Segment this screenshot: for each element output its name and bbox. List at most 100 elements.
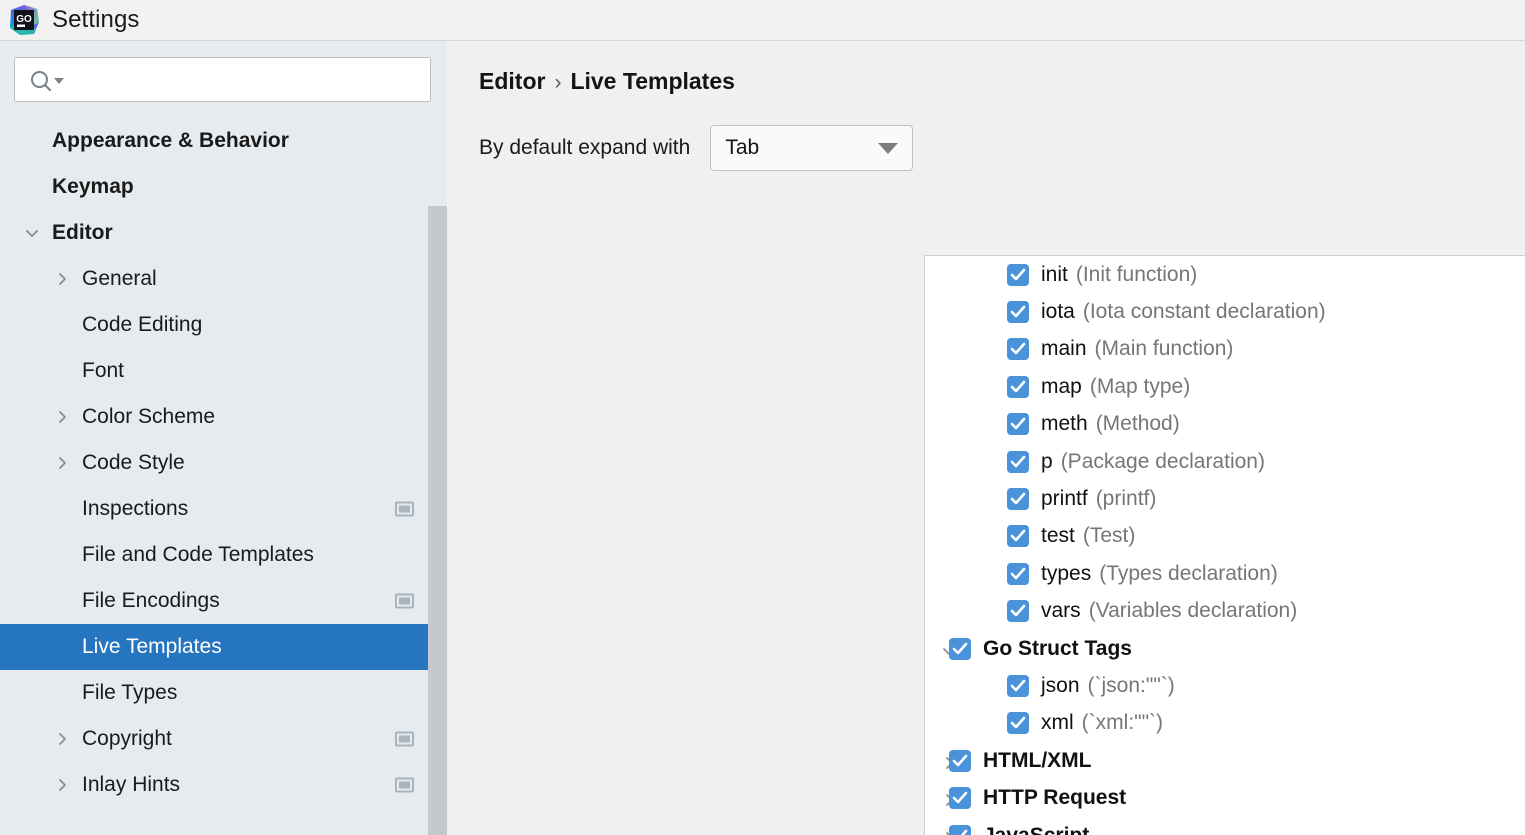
template-row[interactable]: iota (Iota constant declaration) <box>925 293 1525 330</box>
expand-with-label: By default expand with <box>479 136 691 159</box>
template-description: (Test) <box>1082 524 1136 548</box>
template-checkbox[interactable] <box>1007 525 1029 548</box>
title-bar: GO Settings <box>0 0 1525 41</box>
template-abbreviation: meth <box>1041 412 1088 436</box>
project-scope-icon <box>395 501 414 517</box>
template-row[interactable]: map (Map type) <box>925 368 1525 405</box>
sidebar-item-copyright[interactable]: Copyright <box>0 716 447 762</box>
template-row[interactable]: json (`json:""`) <box>925 667 1525 704</box>
chevron-down-icon[interactable] <box>24 225 40 241</box>
breadcrumb-parent[interactable]: Editor <box>479 68 545 95</box>
sidebar-item-font[interactable]: Font <box>0 348 447 394</box>
chevron-right-icon[interactable] <box>54 777 70 793</box>
template-checkbox[interactable] <box>1007 562 1029 585</box>
sidebar-item-label: Editor <box>52 221 113 244</box>
sidebar-item-keymap[interactable]: Keymap <box>0 164 447 210</box>
template-abbreviation: xml <box>1041 711 1074 735</box>
search-box[interactable] <box>14 57 431 102</box>
template-group-row[interactable]: HTML/XML <box>925 742 1525 779</box>
template-checkbox[interactable] <box>1007 301 1029 324</box>
template-abbreviation: HTML/XML <box>983 748 1092 772</box>
template-row[interactable]: meth (Method) <box>925 406 1525 443</box>
sidebar-item-label: File Types <box>82 681 178 704</box>
template-abbreviation: HTTP Request <box>983 786 1127 810</box>
template-checkbox[interactable] <box>1007 338 1029 361</box>
sidebar-item-code-style[interactable]: Code Style <box>0 440 447 486</box>
sidebar-item-color-scheme[interactable]: Color Scheme <box>0 394 447 440</box>
sidebar-item-label: Copyright <box>82 727 172 750</box>
template-abbreviation: p <box>1041 449 1053 473</box>
chevron-right-icon[interactable] <box>54 409 70 425</box>
sidebar-item-label: File and Code Templates <box>82 543 314 566</box>
template-checkbox[interactable] <box>949 787 971 810</box>
sidebar-item-inspections[interactable]: Inspections <box>0 486 447 532</box>
sidebar-item-label: Live Templates <box>82 635 222 658</box>
chevron-right-icon[interactable] <box>54 731 70 747</box>
sidebar-item-appearance-behavior[interactable]: Appearance & Behavior <box>0 118 447 164</box>
template-checkbox[interactable] <box>1007 600 1029 623</box>
template-row[interactable]: test (Test) <box>925 518 1525 555</box>
sidebar-item-live-templates[interactable]: Live Templates <box>0 624 447 670</box>
template-checkbox[interactable] <box>1007 375 1029 398</box>
chevron-right-icon[interactable] <box>54 455 70 471</box>
expand-with-row: By default expand with Tab <box>479 125 1525 171</box>
template-row[interactable]: printf (printf) <box>925 480 1525 517</box>
template-abbreviation: JavaScript <box>983 824 1089 835</box>
sidebar-item-file-encodings[interactable]: File Encodings <box>0 578 447 624</box>
template-description: (Init function) <box>1075 262 1198 286</box>
sidebar-item-label: Inspections <box>82 497 189 520</box>
sidebar-item-label: Keymap <box>52 175 134 198</box>
chevron-right-icon[interactable] <box>54 271 70 287</box>
sidebar-scrollbar[interactable] <box>428 206 447 835</box>
settings-body: Appearance & Behavior Keymap Editor General… <box>0 41 1525 835</box>
sidebar-item-code-editing[interactable]: Code Editing <box>0 302 447 348</box>
template-checkbox[interactable] <box>949 749 971 772</box>
sidebar-item-label: Code Style <box>82 451 185 474</box>
template-row[interactable]: vars (Variables declaration) <box>925 593 1525 630</box>
search-options-chevron-down-icon[interactable] <box>54 78 64 84</box>
chevron-down-icon <box>878 142 899 154</box>
template-abbreviation: types <box>1041 561 1092 585</box>
template-abbreviation: main <box>1041 337 1087 361</box>
svg-text:GO: GO <box>16 14 32 25</box>
template-checkbox[interactable] <box>1007 450 1029 473</box>
search-input[interactable] <box>72 69 430 90</box>
template-abbreviation: iota <box>1041 300 1075 324</box>
template-abbreviation: init <box>1041 262 1068 286</box>
expand-with-dropdown[interactable]: Tab <box>710 125 914 171</box>
project-scope-icon <box>395 593 414 609</box>
template-checkbox[interactable] <box>949 637 971 660</box>
template-checkbox[interactable] <box>1007 488 1029 511</box>
sidebar-item-label: General <box>82 267 157 290</box>
template-abbreviation: test <box>1041 524 1075 548</box>
template-abbreviation: Go Struct Tags <box>983 636 1132 660</box>
template-row[interactable]: p (Package declaration) <box>925 443 1525 480</box>
template-abbreviation: printf <box>1041 487 1088 511</box>
sidebar-item-editor[interactable]: Editor <box>0 210 447 256</box>
template-checkbox[interactable] <box>1007 712 1029 735</box>
breadcrumb-current: Live Templates <box>570 68 735 94</box>
template-description: (`xml:""`) <box>1081 711 1164 735</box>
template-group-row[interactable]: Go Struct Tags <box>925 630 1525 667</box>
template-group-row[interactable]: JavaScript <box>925 817 1525 835</box>
template-checkbox[interactable] <box>1007 413 1029 436</box>
template-abbreviation: json <box>1041 673 1080 697</box>
sidebar-item-file-types[interactable]: File Types <box>0 670 447 716</box>
template-group-row[interactable]: HTTP Request <box>925 779 1525 816</box>
template-row[interactable]: types (Types declaration) <box>925 555 1525 592</box>
template-checkbox[interactable] <box>1007 674 1029 697</box>
sidebar-item-general[interactable]: General <box>0 256 447 302</box>
sidebar-item-file-and-code-templates[interactable]: File and Code Templates <box>0 532 447 578</box>
template-checkbox[interactable] <box>949 824 971 835</box>
template-description: (Map type) <box>1089 374 1191 398</box>
sidebar-item-inlay-hints[interactable]: Inlay Hints <box>0 762 447 808</box>
template-row[interactable]: init (Init function) <box>925 256 1525 293</box>
template-checkbox[interactable] <box>1007 263 1029 286</box>
goland-logo-icon: GO <box>8 4 40 36</box>
template-abbreviation: vars <box>1041 599 1081 623</box>
template-row[interactable]: main (Main function) <box>925 331 1525 368</box>
live-templates-list[interactable]: init (Init function) iota (Iota constant de… <box>924 255 1525 835</box>
template-row[interactable]: xml (`xml:""`) <box>925 705 1525 742</box>
sidebar-item-label: File Encodings <box>82 589 220 612</box>
settings-sidebar: Appearance & Behavior Keymap Editor General… <box>0 41 447 835</box>
